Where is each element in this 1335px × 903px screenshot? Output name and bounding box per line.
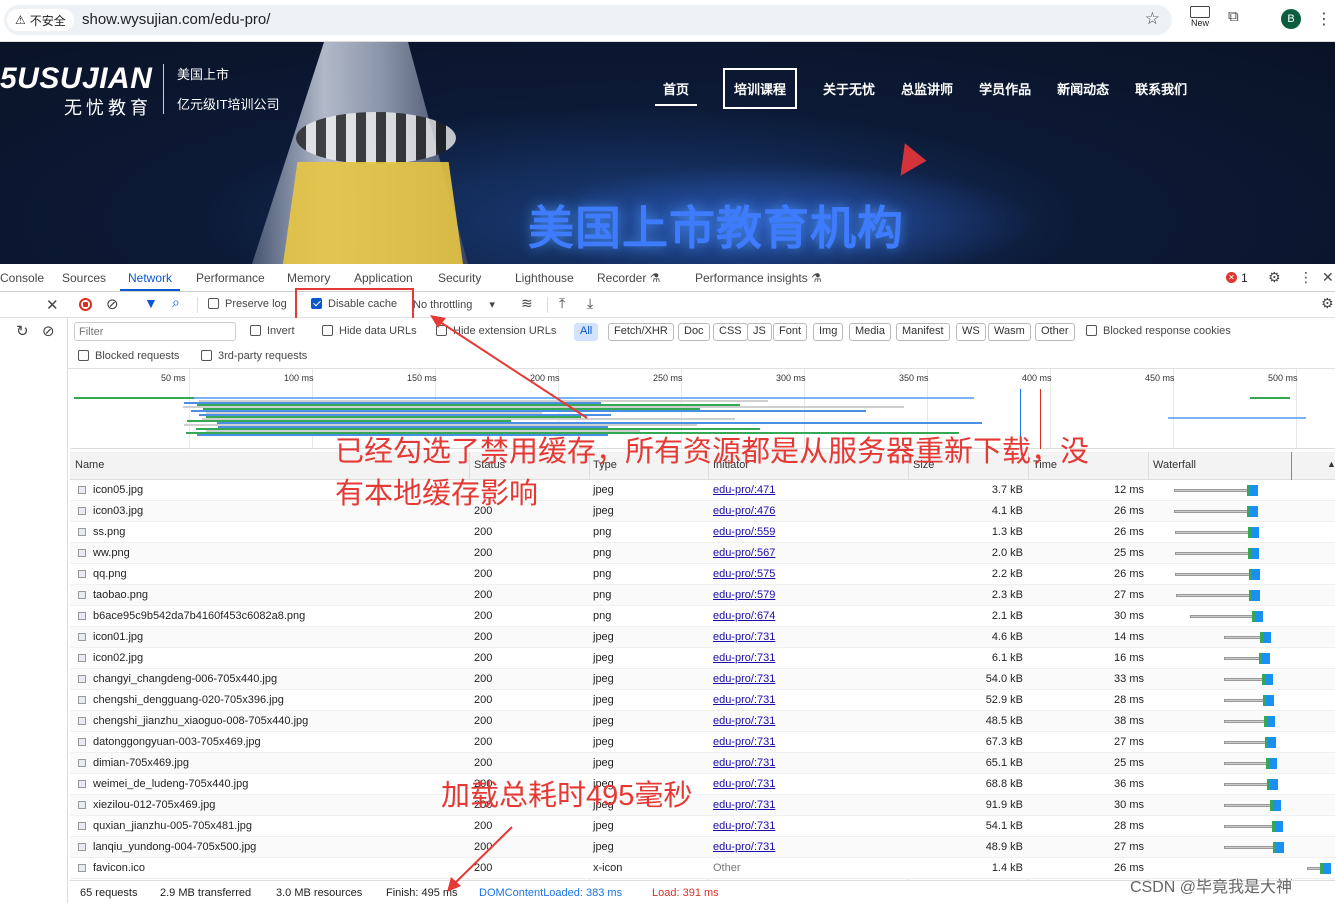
csdn-watermark: CSDN @毕竟我是大神: [1130, 879, 1293, 896]
annotation-arrow-line-2: [451, 826, 513, 887]
annotation-arrow-line-1: [436, 319, 588, 419]
annotation-arrowhead-1: [430, 315, 446, 328]
annotation-note-line-1: 已经勾选了禁用缓存，所有资源都是从服务器重新下载，没: [335, 436, 1090, 468]
annotation-note-line-2: 有本地缓存影响: [335, 478, 539, 510]
annotation-note-2: 加载总耗时495毫秒: [441, 780, 693, 812]
